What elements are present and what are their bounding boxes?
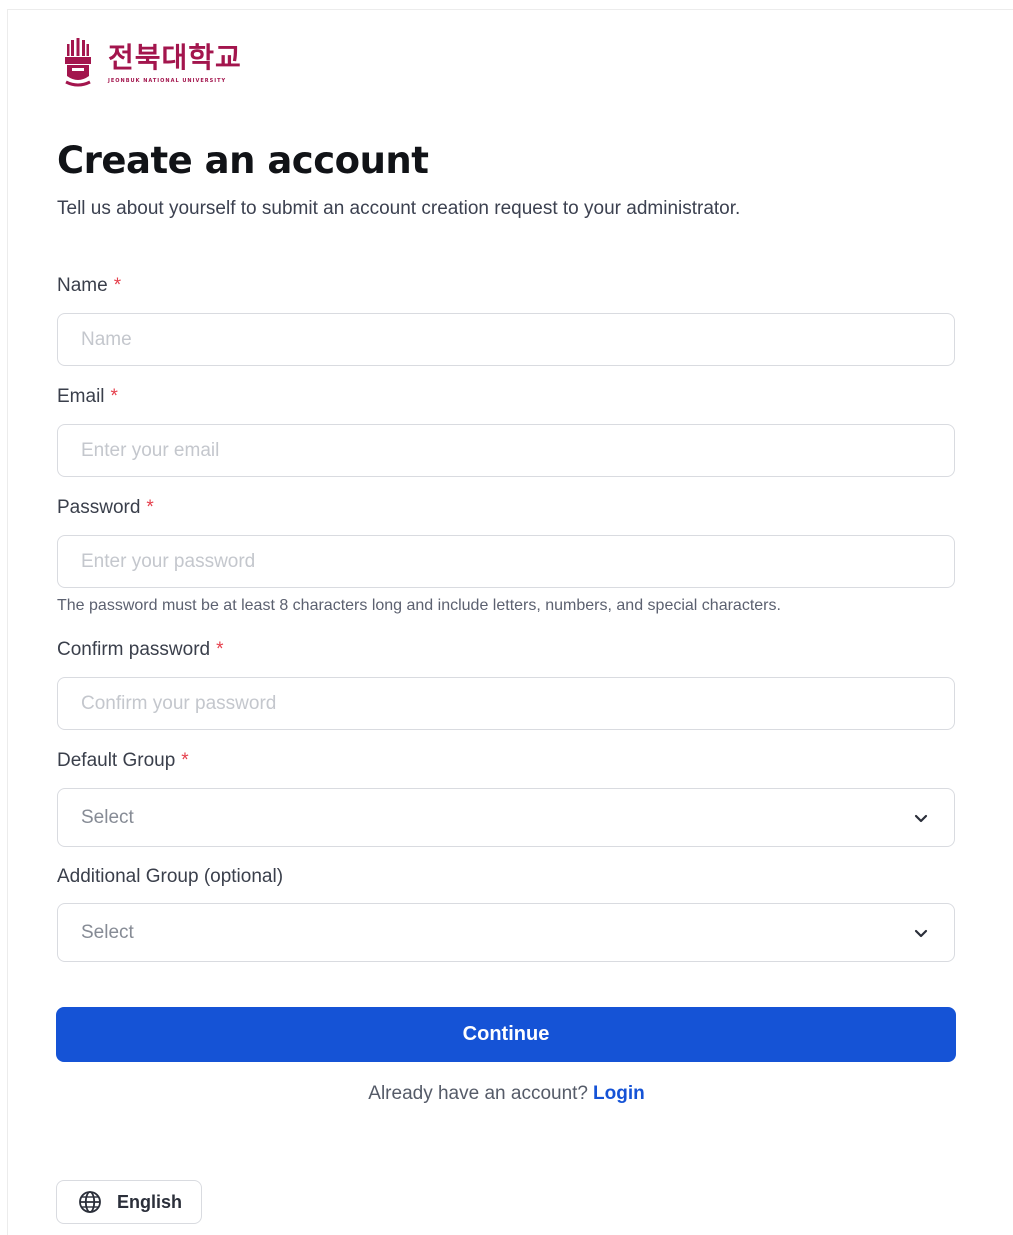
required-asterisk: * (181, 750, 189, 771)
password-input[interactable] (57, 535, 955, 588)
confirm-password-input[interactable] (57, 677, 955, 730)
additional-group-label: Additional Group (optional) (57, 866, 284, 887)
email-label: Email * (57, 386, 118, 407)
login-prompt: Already have an account? Login (0, 1083, 1013, 1105)
page-subtitle: Tell us about yourself to submit an acco… (57, 198, 741, 219)
chevron-down-icon (914, 814, 928, 822)
page-title: Create an account (57, 139, 429, 182)
university-wordmark: 전북대학교 JEONBUK NATIONAL UNIVERSITY (108, 41, 242, 85)
university-name-en: JEONBUK NATIONAL UNIVERSITY (108, 78, 227, 84)
login-link[interactable]: Login (593, 1083, 645, 1104)
default-group-label: Default Group * (57, 750, 189, 771)
continue-button[interactable]: Continue (56, 1007, 956, 1062)
university-logo: 전북대학교 JEONBUK NATIONAL UNIVERSITY (62, 38, 242, 88)
university-emblem-icon (65, 38, 91, 87)
name-label: Name * (57, 275, 122, 296)
additional-group-selected: Select (81, 921, 134, 943)
required-asterisk: * (216, 639, 224, 660)
confirm-password-label: Confirm password * (57, 639, 224, 660)
already-have-account-text: Already have an account? (368, 1083, 588, 1104)
university-name-ko: 전북대학교 (108, 41, 242, 74)
language-label: English (117, 1191, 183, 1212)
required-asterisk: * (113, 275, 122, 296)
additional-group-select[interactable]: Select (57, 903, 955, 962)
required-asterisk: * (146, 497, 154, 518)
chevron-down-icon (914, 929, 928, 937)
default-group-select[interactable]: Select (57, 788, 955, 847)
globe-icon (79, 1191, 101, 1213)
password-hint: The password must be at least 8 characte… (57, 597, 781, 614)
language-selector-button[interactable]: English (56, 1180, 202, 1224)
name-input[interactable] (57, 313, 955, 366)
default-group-selected: Select (81, 806, 134, 828)
email-field[interactable] (57, 424, 955, 477)
required-asterisk: * (110, 386, 118, 407)
password-label: Password * (57, 497, 154, 518)
